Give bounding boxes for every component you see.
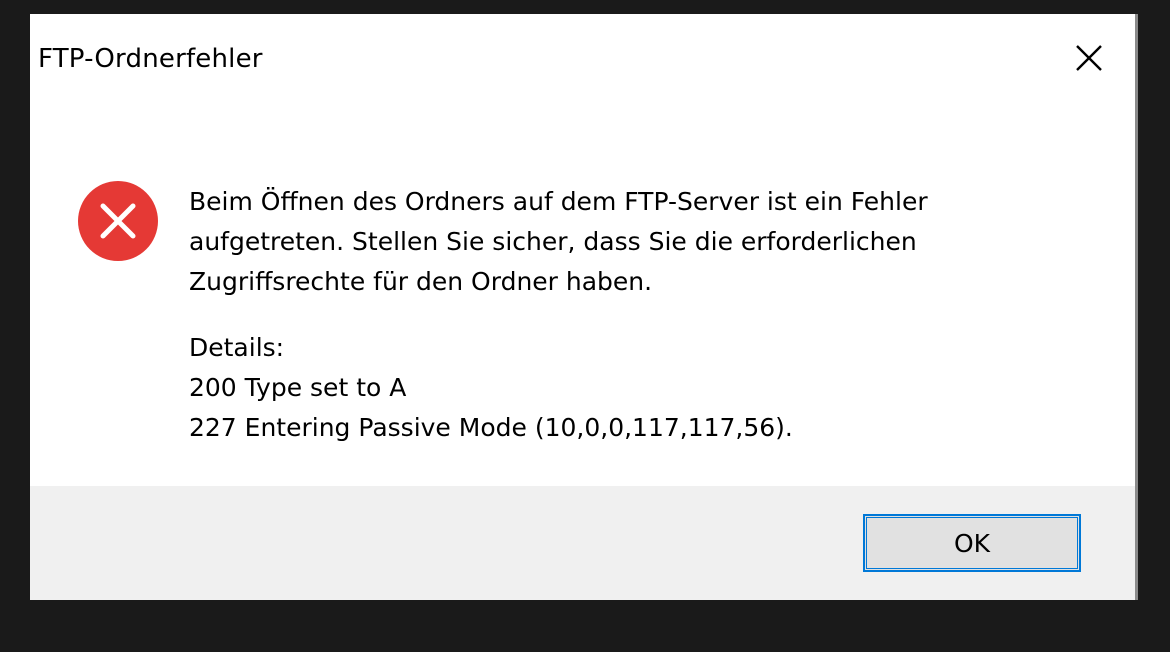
details-label: Details: (189, 333, 285, 362)
details-line: 200 Type set to A (189, 373, 407, 402)
error-dialog: FTP-Ordnerfehler Beim Öffnen des Ordners… (30, 14, 1138, 600)
close-button[interactable] (1071, 40, 1107, 76)
close-icon (1076, 45, 1102, 71)
message-line: Beim Öffnen des Ordners auf dem FTP-Serv… (189, 187, 928, 216)
dialog-title: FTP-Ordnerfehler (38, 44, 263, 74)
error-message: Beim Öffnen des Ordners auf dem FTP-Serv… (189, 182, 1119, 448)
message-line: aufgetreten. Stellen Sie sicher, dass Si… (189, 227, 917, 256)
error-icon (78, 181, 158, 261)
title-bar[interactable]: FTP-Ordnerfehler (30, 14, 1135, 106)
details-line: 227 Entering Passive Mode (10,0,0,117,11… (189, 413, 793, 442)
button-bar: OK (30, 486, 1135, 600)
message-line: Zugriffsrechte für den Ordner haben. (189, 267, 653, 296)
ok-button[interactable]: OK (863, 514, 1081, 572)
